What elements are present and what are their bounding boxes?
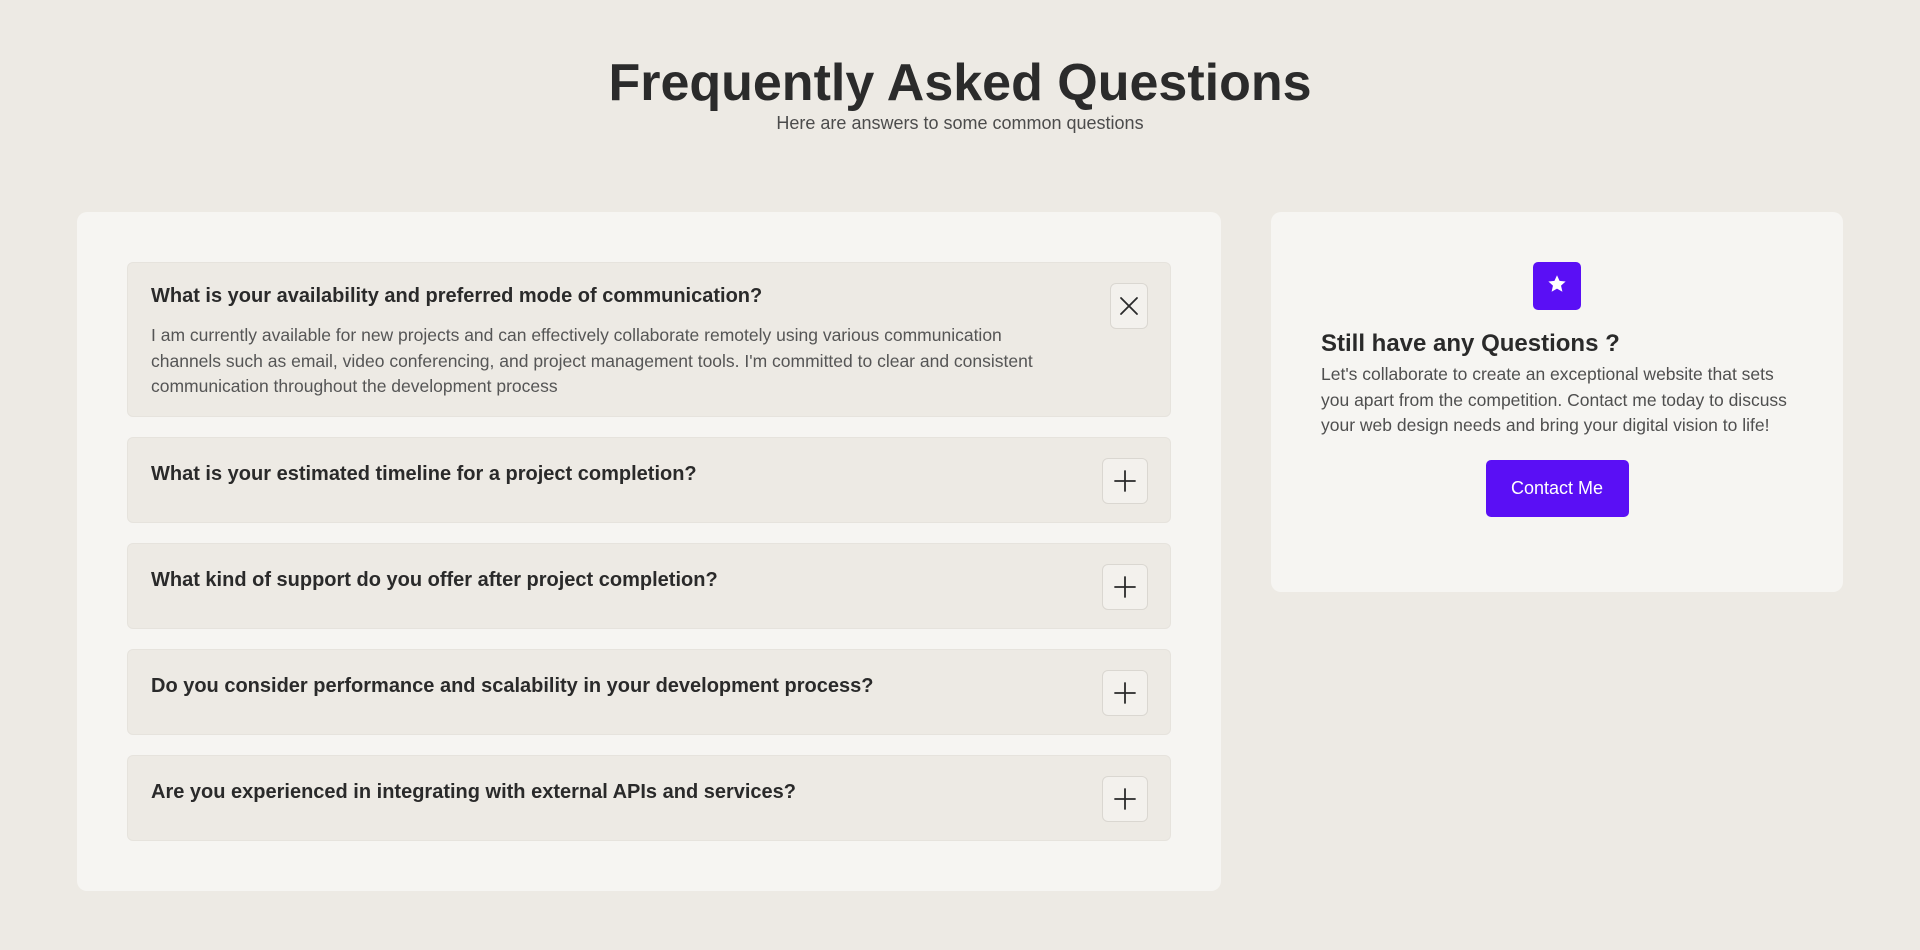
faq-list-card: What is your availability and preferred … <box>77 212 1221 891</box>
faq-question: What is your estimated timeline for a pr… <box>151 463 697 485</box>
plus-icon <box>1114 470 1136 492</box>
expand-button[interactable] <box>1102 458 1148 504</box>
contact-me-button[interactable]: Contact Me <box>1485 459 1629 517</box>
expand-button[interactable] <box>1102 776 1148 822</box>
close-icon <box>1119 296 1139 316</box>
plus-icon <box>1114 576 1136 598</box>
faq-question: Do you consider performance and scalabil… <box>151 675 874 697</box>
expand-button[interactable] <box>1102 564 1148 610</box>
expand-button[interactable] <box>1102 670 1148 716</box>
page-title: Frequently Asked Questions <box>608 54 1312 112</box>
collapse-button[interactable] <box>1110 283 1148 329</box>
plus-icon <box>1114 788 1136 810</box>
faq-question: What kind of support do you offer after … <box>151 569 718 591</box>
plus-icon <box>1114 682 1136 704</box>
faq-page: Frequently Asked Questions Here are answ… <box>0 0 1920 950</box>
faq-item-performance[interactable]: Do you consider performance and scalabil… <box>127 649 1171 735</box>
contact-card: Still have any Questions ? Let's collabo… <box>1271 212 1843 592</box>
contact-description: Let's collaborate to create an exception… <box>1321 364 1787 435</box>
faq-item-support[interactable]: What kind of support do you offer after … <box>127 543 1171 629</box>
faq-header: Frequently Asked Questions Here are answ… <box>0 52 1920 135</box>
faq-question: What is your availability and preferred … <box>151 285 763 307</box>
star-icon <box>1546 273 1568 300</box>
faq-answer: I am currently available for new project… <box>151 325 1033 396</box>
faq-item-apis[interactable]: Are you experienced in integrating with … <box>127 755 1171 841</box>
contact-title: Still have any Questions ? <box>1321 330 1620 357</box>
faq-question: Are you experienced in integrating with … <box>151 781 797 803</box>
faq-item-availability[interactable]: What is your availability and preferred … <box>127 262 1171 417</box>
faq-item-timeline[interactable]: What is your estimated timeline for a pr… <box>127 437 1171 523</box>
star-badge <box>1533 262 1581 310</box>
page-subtitle: Here are answers to some common question… <box>776 113 1144 133</box>
